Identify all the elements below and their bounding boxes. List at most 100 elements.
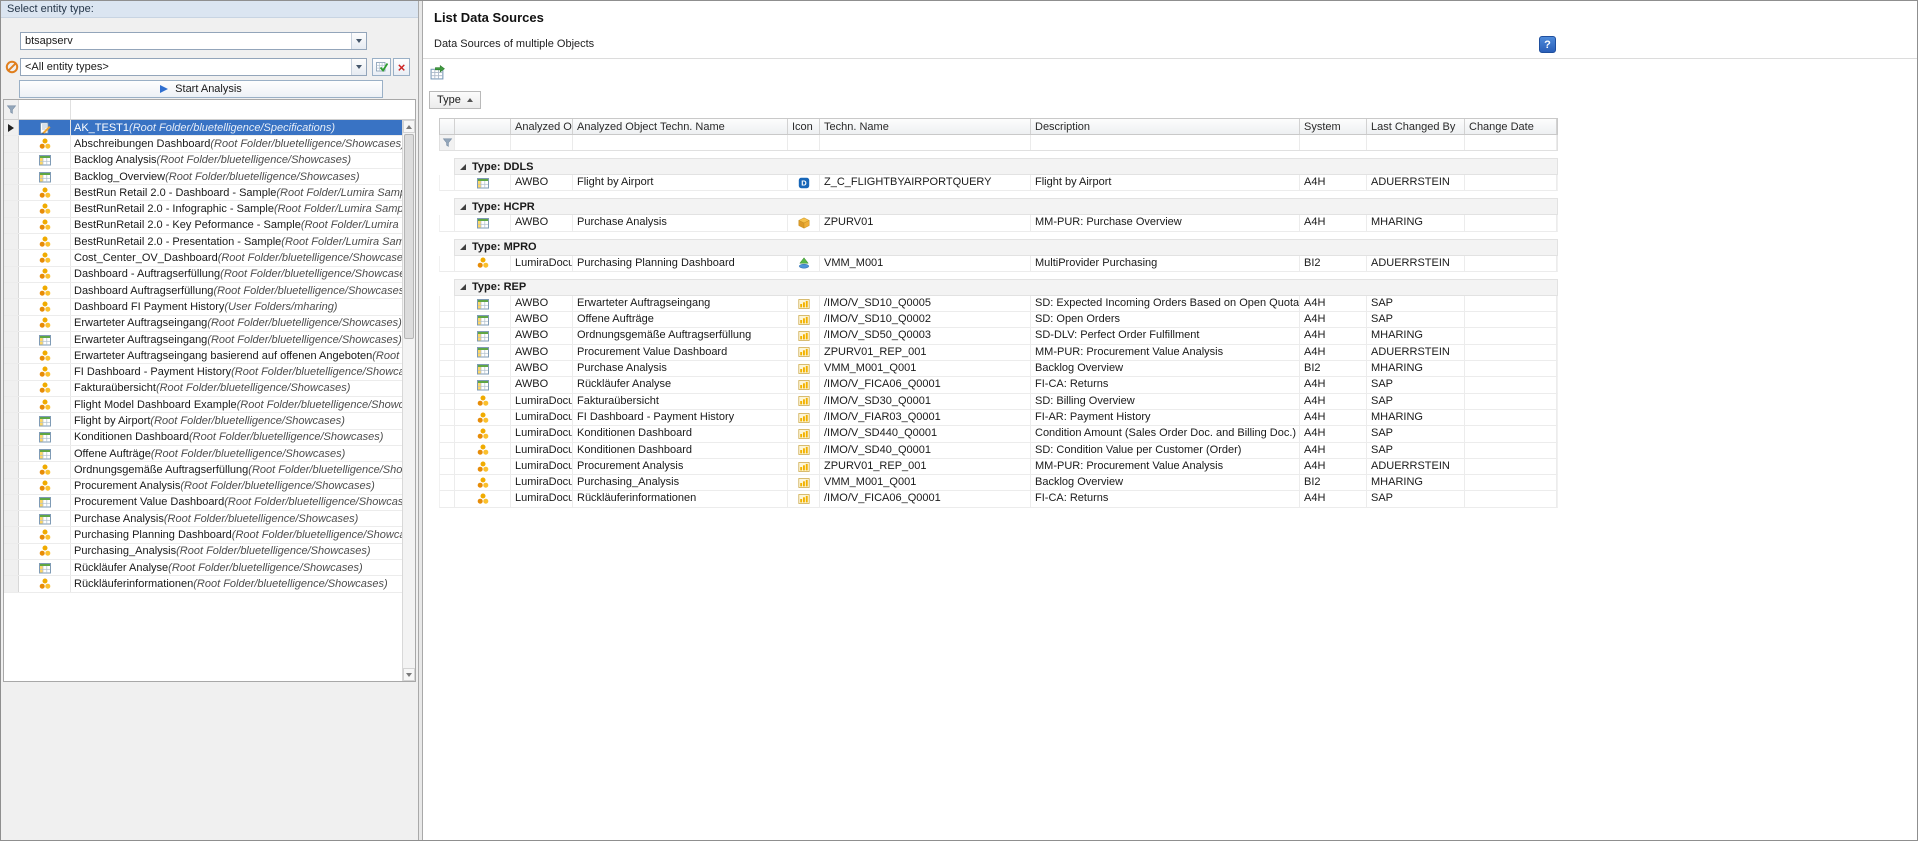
datasource-row[interactable]: AWBO Procurement Value Dashboard ZPURV01… (439, 345, 1558, 361)
scroll-down-button[interactable] (403, 668, 415, 681)
entity-row[interactable]: Dashboard - Auftragserfüllung (Root Fold… (4, 267, 402, 283)
entity-row[interactable]: Purchasing_Analysis (Root Folder/bluetel… (4, 544, 402, 560)
entity-row[interactable]: BestRunRetail 2.0 - Presentation - Sampl… (4, 234, 402, 250)
datasource-row[interactable]: LumiraDocu... FI Dashboard - Payment His… (439, 410, 1558, 426)
entity-row[interactable]: Offene Aufträge (Root Folder/bluetellige… (4, 446, 402, 462)
datasource-last-changed-by: SAP (1367, 296, 1465, 311)
entity-row[interactable]: Konditionen Dashboard (Root Folder/bluet… (4, 430, 402, 446)
entity-filter-cell[interactable] (4, 100, 19, 119)
entity-row[interactable]: Rückläufer Analyse (Root Folder/bluetell… (4, 560, 402, 576)
datasource-last-changed-by: SAP (1367, 491, 1465, 506)
apply-filter-button[interactable] (372, 58, 391, 76)
entity-row[interactable]: Rückläuferinformationen (Root Folder/blu… (4, 576, 402, 592)
column-header-system[interactable]: System (1300, 119, 1367, 134)
entity-row[interactable]: Backlog_Overview (Root Folder/bluetellig… (4, 169, 402, 185)
datasource-filter-row[interactable] (439, 135, 1558, 151)
filter-cell[interactable] (820, 135, 1031, 150)
entity-row[interactable]: Dashboard FI Payment History (User Folde… (4, 299, 402, 315)
group-row[interactable]: Type: DDLS (454, 158, 1558, 175)
datasource-row[interactable]: AWBO Offene Aufträge /IMO/V_SD10_Q0002 S… (439, 312, 1558, 328)
column-header-analyzed-object[interactable]: Analyzed Ob... (511, 119, 573, 134)
column-header-change-date[interactable]: Change Date (1465, 119, 1557, 134)
filter-cell[interactable] (1465, 135, 1557, 150)
entity-type-select-arrow[interactable] (351, 59, 366, 75)
system-select-arrow[interactable] (351, 33, 366, 49)
entity-row[interactable]: Flight by Airport (Root Folder/bluetelli… (4, 413, 402, 429)
datasource-row[interactable]: AWBO Purchase Analysis ZPURV01 MM-PUR: P… (439, 215, 1558, 231)
datasource-type-icon (788, 410, 820, 425)
entity-row[interactable]: Cost_Center_OV_Dashboard (Root Folder/bl… (4, 250, 402, 266)
entity-row[interactable]: Procurement Value Dashboard (Root Folder… (4, 495, 402, 511)
entity-row[interactable]: Backlog Analysis (Root Folder/bluetellig… (4, 153, 402, 169)
datasource-row[interactable]: LumiraDocu... Procurement Analysis ZPURV… (439, 459, 1558, 475)
entity-icon (19, 430, 71, 445)
entity-type-select[interactable]: <All entity types> (20, 58, 367, 76)
entity-row[interactable]: Fakturaübersicht (Root Folder/bluetellig… (4, 381, 402, 397)
datasource-row[interactable]: LumiraDocu... Purchasing Planning Dashbo… (439, 256, 1558, 272)
column-header-description[interactable]: Description (1031, 119, 1300, 134)
entity-row[interactable]: Erwarteter Auftragseingang (Root Folder/… (4, 332, 402, 348)
filter-cell[interactable] (511, 135, 573, 150)
entity-row[interactable]: BestRunRetail 2.0 - Key Peformance - Sam… (4, 218, 402, 234)
entity-row[interactable]: AK_TEST1 (Root Folder/bluetelligence/Spe… (4, 120, 402, 136)
group-row[interactable]: Type: HCPR (454, 198, 1558, 215)
entity-name-column-header[interactable] (71, 100, 415, 119)
filter-cell[interactable] (1300, 135, 1367, 150)
clear-filter-button[interactable]: × (393, 58, 410, 76)
filter-cell[interactable] (1031, 135, 1300, 150)
entity-row[interactable]: Abschreibungen Dashboard (Root Folder/bl… (4, 136, 402, 152)
column-header-analyzed-object-techn-name[interactable]: Analyzed Object Techn. Name (573, 119, 788, 134)
entity-row[interactable]: Ordnungsgemäße Auftragserfüllung (Root F… (4, 462, 402, 478)
help-button[interactable]: ? (1539, 36, 1556, 53)
entity-icon (19, 348, 71, 363)
entity-row[interactable]: Purchase Analysis (Root Folder/bluetelli… (4, 511, 402, 527)
filter-cell[interactable] (788, 135, 820, 150)
datasource-row[interactable]: LumiraDocu... Rückläuferinformationen /I… (439, 491, 1558, 507)
entity-row[interactable]: Purchasing Planning Dashboard (Root Fold… (4, 527, 402, 543)
export-button[interactable] (429, 64, 446, 81)
system-select[interactable]: btsapserv (20, 32, 367, 50)
start-analysis-button[interactable]: Start Analysis (19, 80, 383, 98)
entity-row[interactable]: BestRunRetail 2.0 - Infographic - Sample… (4, 201, 402, 217)
analyzed-object-name: Purchase Analysis (573, 215, 788, 230)
filter-cell[interactable] (1367, 135, 1465, 150)
datasource-row[interactable]: AWBO Ordnungsgemäße Auftragserfüllung /I… (439, 328, 1558, 344)
scrollbar[interactable] (402, 120, 415, 681)
datasource-type-icon (788, 491, 820, 506)
datasource-row[interactable]: AWBO Purchase Analysis VMM_M001_Q001 Bac… (439, 361, 1558, 377)
analyzed-object-icon (455, 410, 511, 425)
datasource-row[interactable]: LumiraDocu... Konditionen Dashboard /IMO… (439, 443, 1558, 459)
datasource-last-changed-by: MHARING (1367, 361, 1465, 376)
datasource-row[interactable]: LumiraDocu... Purchasing_Analysis VMM_M0… (439, 475, 1558, 491)
datasource-techn-name: VMM_M001 (820, 256, 1031, 271)
scrollbar-thumb[interactable] (404, 134, 414, 339)
row-indicator-cell (440, 312, 455, 327)
entity-icon (19, 283, 71, 298)
datasource-row[interactable]: AWBO Erwarteter Auftragseingang /IMO/V_S… (439, 296, 1558, 312)
entity-row[interactable]: Procurement Analysis (Root Folder/bluete… (4, 479, 402, 495)
filter-cell[interactable] (455, 135, 511, 150)
entity-icon-column-header[interactable] (19, 100, 71, 119)
analyzed-object-type: AWBO (511, 175, 573, 190)
chevron-down-icon (356, 39, 362, 43)
datasource-row[interactable]: LumiraDocu... Konditionen Dashboard /IMO… (439, 426, 1558, 442)
filter-cell[interactable] (573, 135, 788, 150)
entity-icon (19, 316, 71, 331)
scroll-up-button[interactable] (403, 120, 415, 133)
entity-row[interactable]: Dashboard Auftragserfüllung (Root Folder… (4, 283, 402, 299)
datasource-row[interactable]: AWBO Flight by Airport Z_C_FLIGHTBYAIRPO… (439, 175, 1558, 191)
group-row[interactable]: Type: MPRO (454, 239, 1558, 256)
entity-row[interactable]: Erwarteter Auftragseingang (Root Folder/… (4, 316, 402, 332)
entity-row[interactable]: BestRun Retail 2.0 - Dashboard - Sample … (4, 185, 402, 201)
datasource-row[interactable]: LumiraDocu... Fakturaübersicht /IMO/V_SD… (439, 394, 1558, 410)
column-header-techn-name[interactable]: Techn. Name (820, 119, 1031, 134)
group-row[interactable]: Type: REP (454, 279, 1558, 296)
column-header-icon[interactable]: Icon (788, 119, 820, 134)
datasource-row[interactable]: AWBO Rückläufer Analyse /IMO/V_FICA06_Q0… (439, 377, 1558, 393)
group-by-type-button[interactable]: Type (429, 91, 481, 109)
column-header-row-icon[interactable] (455, 119, 511, 134)
entity-row[interactable]: FI Dashboard - Payment History (Root Fol… (4, 364, 402, 380)
column-header-last-changed-by[interactable]: Last Changed By (1367, 119, 1465, 134)
entity-row[interactable]: Flight Model Dashboard Example (Root Fol… (4, 397, 402, 413)
entity-row[interactable]: Erwarteter Auftragseingang basierend auf… (4, 348, 402, 364)
